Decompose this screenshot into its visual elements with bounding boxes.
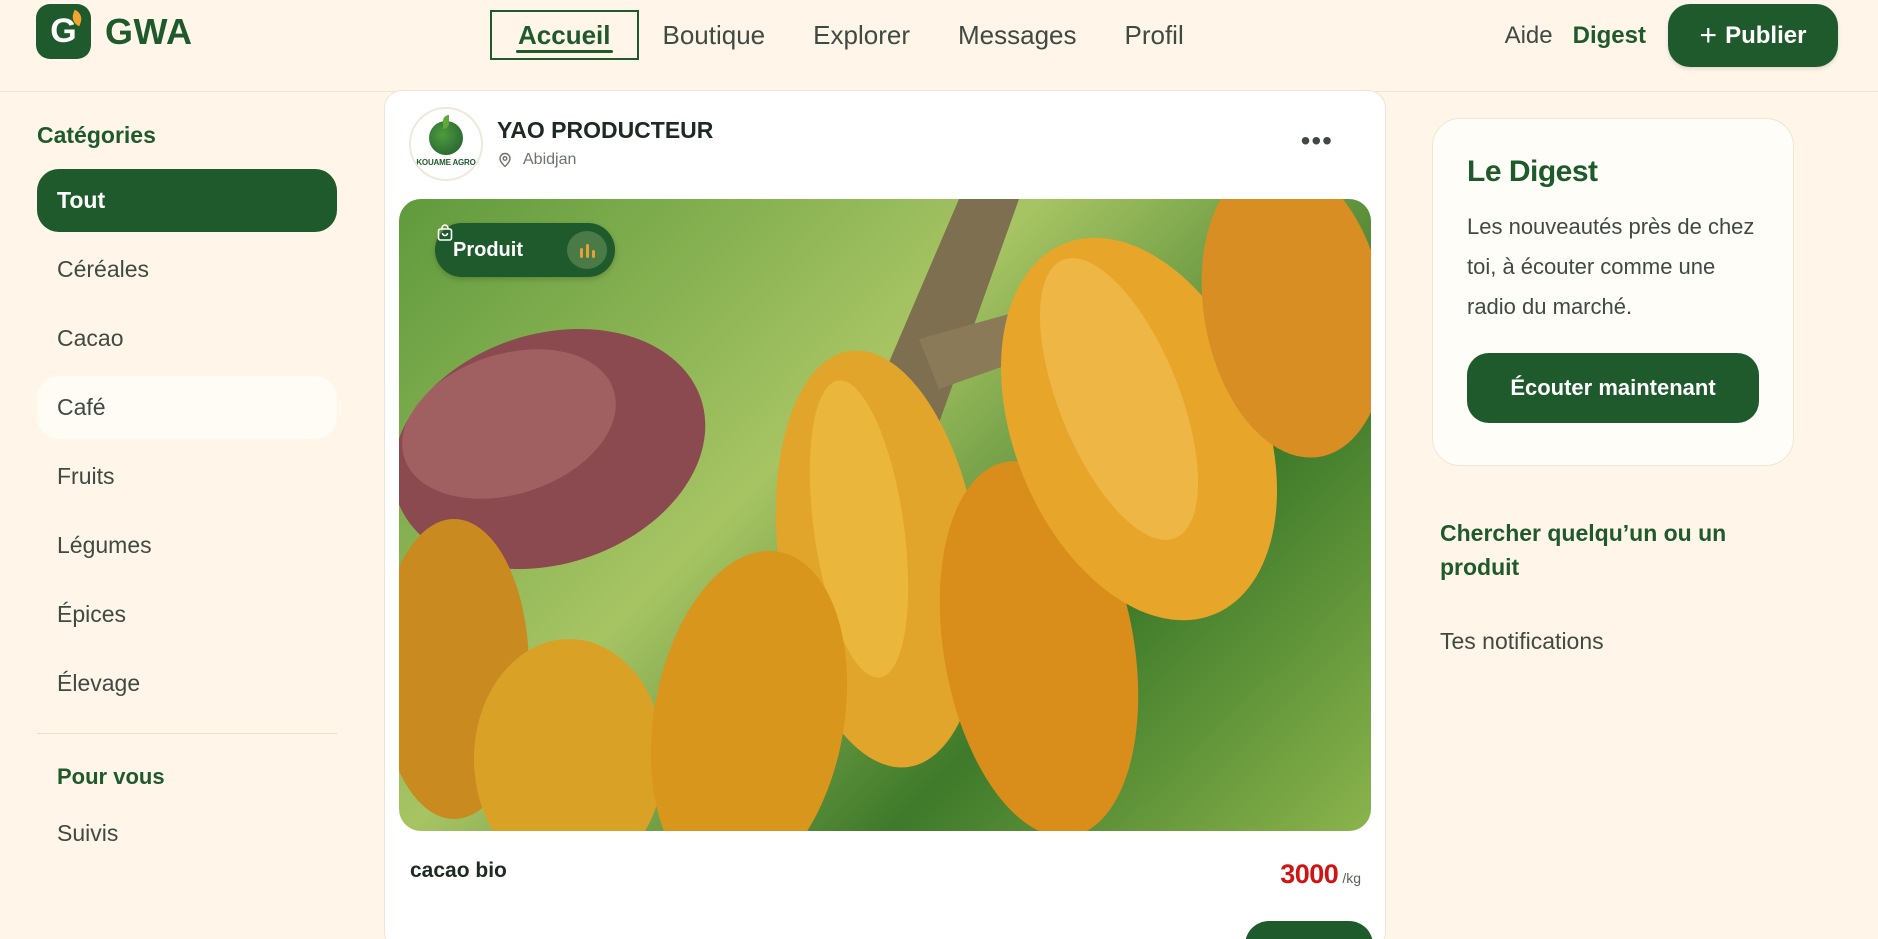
notifications-link[interactable]: Tes notifications xyxy=(1440,628,1604,655)
listen-now-button[interactable]: Écouter maintenant xyxy=(1467,353,1759,423)
search-people-link[interactable]: Chercher quelqu’un ou un produit xyxy=(1440,516,1760,584)
post-card: KOUAME AGRO YAO PRODUCTEUR Abidjan ••• P… xyxy=(384,90,1386,939)
logo-mark: G xyxy=(36,4,91,59)
category-fruits[interactable]: Fruits xyxy=(37,445,337,508)
category-cacao[interactable]: Cacao xyxy=(37,307,337,370)
category-epices[interactable]: Épices xyxy=(37,583,337,646)
nav-item-profil[interactable]: Profil xyxy=(1100,10,1207,60)
nav-item-messages[interactable]: Messages xyxy=(934,10,1101,60)
price-value: 3000 xyxy=(1280,859,1339,889)
audio-bar xyxy=(591,250,595,258)
category-elevage[interactable]: Élevage xyxy=(37,652,337,715)
publish-label: Publier xyxy=(1725,21,1807,49)
category-cafe[interactable]: Café xyxy=(37,376,337,439)
avatar[interactable]: KOUAME AGRO xyxy=(409,107,483,181)
audio-bar xyxy=(579,248,583,258)
publish-button[interactable]: + Publier xyxy=(1668,4,1838,67)
location-text: Abidjan xyxy=(523,151,577,168)
category-tout[interactable]: Tout xyxy=(37,169,337,232)
product-photo[interactable]: Produit xyxy=(399,199,1371,831)
left-sidebar: Catégories Tout Céréales Cacao Café Frui… xyxy=(37,92,337,847)
top-header: G GWA Accueil Boutique Explorer Messages… xyxy=(0,0,1878,92)
more-dots-icon[interactable]: ••• xyxy=(1301,127,1333,155)
categories-title: Catégories xyxy=(37,122,156,148)
category-legumes[interactable]: Légumes xyxy=(37,514,337,577)
badge-label: Produit xyxy=(453,238,523,261)
avatar-label: KOUAME AGRO xyxy=(416,158,476,167)
post-location: Abidjan xyxy=(497,151,576,169)
location-pin-icon xyxy=(499,152,511,168)
nav-item-explorer[interactable]: Explorer xyxy=(789,10,934,60)
product-price: 3000 /kg xyxy=(1280,859,1361,890)
audio-bars-icon[interactable] xyxy=(567,231,607,269)
product-title: cacao bio xyxy=(410,859,507,882)
nav-item-boutique[interactable]: Boutique xyxy=(639,10,790,60)
globe-logo-icon xyxy=(429,115,463,155)
sidebar-divider xyxy=(37,733,337,734)
plus-icon: + xyxy=(1699,18,1718,52)
digest-title: Le Digest xyxy=(1467,155,1598,188)
nav-item-accueil[interactable]: Accueil xyxy=(490,10,639,60)
help-link[interactable]: Aide xyxy=(1505,22,1553,50)
digest-description: Les nouveautés près de chez toi, à écout… xyxy=(1467,214,1755,319)
shopping-bag-icon xyxy=(437,224,453,241)
brand-logo[interactable]: G GWA xyxy=(36,4,193,59)
brand-name: GWA xyxy=(105,10,193,52)
product-badge[interactable]: Produit xyxy=(435,223,615,277)
audio-bar xyxy=(585,244,589,258)
category-cereales[interactable]: Céréales xyxy=(37,238,337,301)
cut-off-action-button[interactable] xyxy=(1245,921,1373,939)
producer-name[interactable]: YAO PRODUCTEUR xyxy=(497,117,713,144)
digest-link[interactable]: Digest xyxy=(1573,22,1646,50)
price-unit: /kg xyxy=(1342,870,1361,886)
digest-card: Le Digest Les nouveautés près de chez to… xyxy=(1432,118,1794,466)
sidebar-item-suivis[interactable]: Suivis xyxy=(37,820,337,847)
main-nav: Accueil Boutique Explorer Messages Profi… xyxy=(490,10,1208,60)
header-actions: Aide Digest + Publier xyxy=(1505,4,1838,67)
for-you-title: Pour vous xyxy=(57,764,165,789)
cacao-pods-image xyxy=(399,199,1371,831)
